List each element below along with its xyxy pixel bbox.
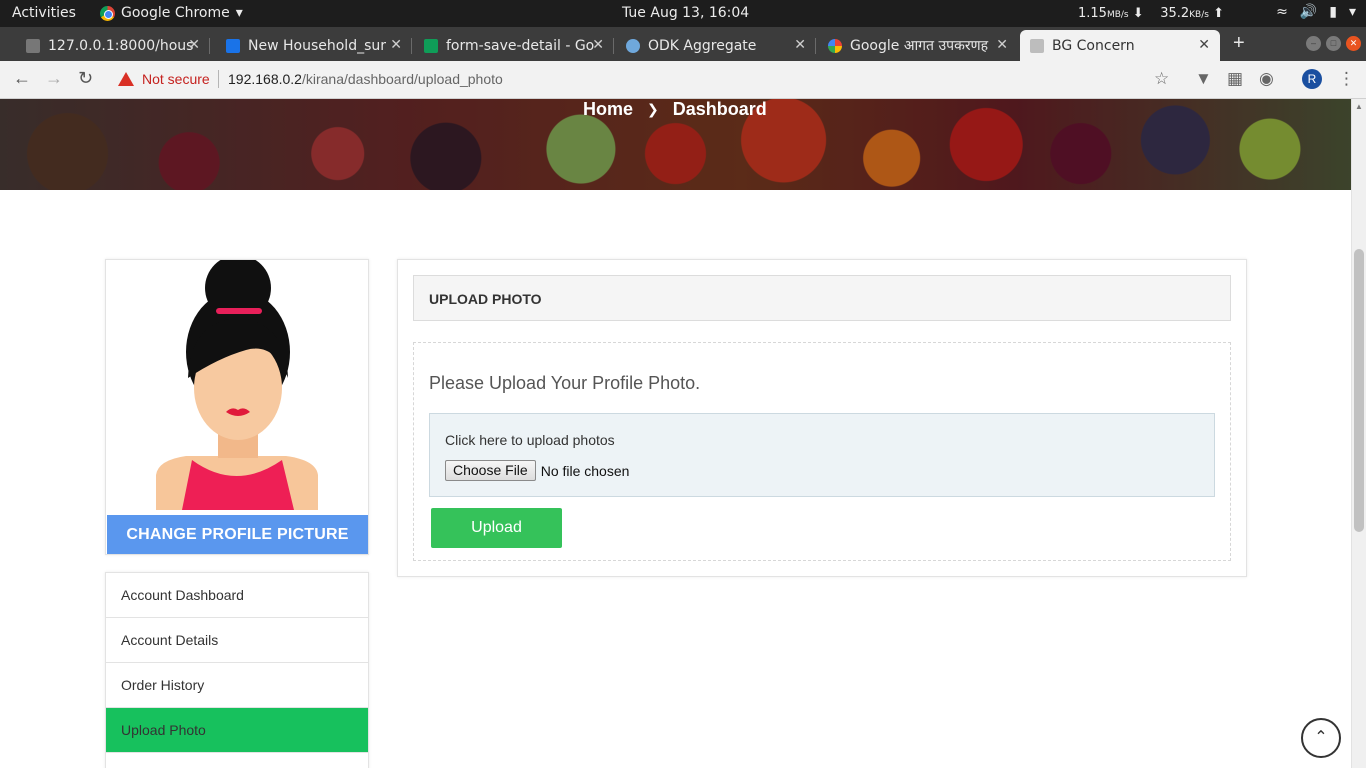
url-host: 192.168.0.2	[228, 71, 302, 87]
close-tab-icon[interactable]: ✕	[794, 37, 806, 53]
sidebar-item-more[interactable]	[106, 753, 368, 768]
scroll-up-icon[interactable]: ▲	[1355, 102, 1363, 111]
tab-strip: 127.0.0.1:8000/hous ✕ New Household_sur …	[0, 27, 1366, 61]
account-sidebar-menu: Account Dashboard Account Details Order …	[105, 572, 369, 768]
tab-title: BG Concern	[1052, 37, 1135, 54]
sidebar-item-upload-photo[interactable]: Upload Photo	[106, 708, 368, 753]
wifi-icon: ≈	[1276, 4, 1288, 20]
scrollbar-thumb[interactable]	[1354, 249, 1364, 532]
net-down-unit: MB/s	[1106, 10, 1129, 20]
tab-title: Google आगत उपकरणह	[850, 38, 989, 54]
chevron-down-icon: ▾	[235, 5, 243, 21]
google-icon	[828, 38, 842, 53]
upload-photo-panel: UPLOAD PHOTO Please Upload Your Profile …	[397, 259, 1247, 577]
file-status: No file chosen	[540, 462, 630, 479]
tab-bg-concern[interactable]: BG Concern ✕	[1020, 30, 1220, 61]
incognito-icon[interactable]: ◉	[1259, 69, 1274, 89]
close-tab-icon[interactable]: ✕	[188, 37, 200, 53]
page-favicon-icon	[26, 38, 40, 53]
tab-title: form-save-detail - Go	[446, 37, 595, 54]
volume-icon: 🔊	[1299, 4, 1318, 20]
tab-divider	[209, 38, 210, 54]
sidebar-item-account-dashboard[interactable]: Account Dashboard	[106, 573, 368, 618]
tab-title: 127.0.0.1:8000/hous	[48, 37, 194, 54]
security-indicator[interactable]: Not secure	[142, 71, 210, 87]
odk-icon	[626, 38, 640, 53]
battery-icon: ▮	[1329, 4, 1337, 20]
breadcrumb-home[interactable]: Home	[583, 99, 633, 120]
scroll-to-top-button[interactable]: ⌃	[1301, 718, 1341, 758]
chevron-right-icon: ❯	[647, 101, 659, 117]
network-speed: 1.15MB/s ⬇ 35.2KB/s ⬆	[1078, 6, 1224, 21]
upload-form: Please Upload Your Profile Photo. Click …	[413, 342, 1231, 561]
system-top-bar: Activities Google Chrome ▾ Tue Aug 13, 1…	[0, 0, 1366, 27]
vue-devtools-icon[interactable]: ▼	[1195, 69, 1212, 89]
chevron-up-icon: ⌃	[1314, 729, 1328, 746]
warning-icon	[118, 72, 134, 86]
activities-button[interactable]: Activities	[12, 5, 76, 21]
tab-new-household[interactable]: New Household_sur ✕	[216, 30, 412, 61]
close-tab-icon[interactable]: ✕	[390, 37, 402, 53]
tab-title: ODK Aggregate	[648, 37, 757, 54]
close-window-button[interactable]: ✕	[1346, 36, 1361, 51]
net-down-value: 1.15	[1078, 6, 1107, 21]
tab-divider	[815, 38, 816, 54]
breadcrumb-current: Dashboard	[672, 99, 767, 119]
extension-icon[interactable]: ▦	[1227, 69, 1243, 89]
avatar-illustration	[156, 255, 318, 510]
maximize-window-button[interactable]: □	[1326, 36, 1341, 51]
system-tray[interactable]: ≈ 🔊 ▮ ▾	[1276, 4, 1356, 20]
upload-dropzone[interactable]: Click here to upload photos Choose File …	[429, 413, 1215, 497]
tab-google-translate[interactable]: Google आगत उपकरणह ✕	[818, 30, 1018, 61]
upload-button[interactable]: Upload	[431, 508, 562, 548]
url-path: /kirana/dashboard/upload_photo	[301, 71, 503, 87]
back-arrow-icon[interactable]: ←	[13, 68, 31, 89]
net-up-value: 35.2	[1160, 6, 1190, 21]
sidebar-item-order-history[interactable]: Order History	[106, 663, 368, 708]
dropzone-label: Click here to upload photos	[445, 432, 615, 448]
more-menu-icon[interactable]: ⋮	[1338, 69, 1355, 89]
tab-form-save-detail[interactable]: form-save-detail - Go ✕	[414, 30, 614, 61]
forms-icon	[226, 38, 240, 53]
page-scrollbar[interactable]: ▲	[1351, 99, 1366, 768]
url-separator	[218, 70, 219, 88]
sidebar-item-account-details[interactable]: Account Details	[106, 618, 368, 663]
close-tab-icon[interactable]: ✕	[592, 37, 604, 53]
app-menu[interactable]: Google Chrome ▾	[100, 5, 243, 21]
close-tab-icon[interactable]: ✕	[1198, 37, 1210, 53]
profile-avatar[interactable]: R	[1302, 69, 1322, 89]
choose-file-button[interactable]: Choose File	[445, 460, 536, 481]
upload-instructions: Please Upload Your Profile Photo.	[429, 373, 701, 393]
tab-localhost[interactable]: 127.0.0.1:8000/hous ✕	[16, 30, 210, 61]
page-viewport: Home ❯ Dashboard CHANGE PROFILE PICTURE …	[0, 99, 1351, 768]
chrome-icon	[100, 5, 115, 21]
tab-odk-aggregate[interactable]: ODK Aggregate ✕	[616, 30, 816, 61]
upload-arrow-icon: ⬆	[1213, 6, 1225, 21]
net-up-unit: KB/s	[1189, 10, 1209, 20]
download-arrow-icon: ⬇	[1132, 6, 1144, 21]
change-profile-picture-button[interactable]: CHANGE PROFILE PICTURE	[107, 515, 368, 554]
file-input[interactable]: Choose File No file chosen	[445, 460, 629, 481]
minimize-window-button[interactable]: –	[1306, 36, 1321, 51]
sheets-icon	[424, 38, 438, 53]
new-tab-button[interactable]: +	[1233, 32, 1245, 55]
tab-title: New Household_sur	[248, 37, 386, 54]
tab-divider	[613, 38, 614, 54]
browser-toolbar: ← → ↻ Not secure 192.168.0.2/kirana/dash…	[0, 61, 1366, 99]
reload-icon[interactable]: ↻	[78, 68, 93, 89]
app-menu-label: Google Chrome	[121, 5, 230, 21]
breadcrumb: Home ❯ Dashboard	[583, 99, 767, 120]
chevron-down-icon: ▾	[1348, 4, 1356, 20]
profile-card: CHANGE PROFILE PICTURE	[105, 255, 369, 555]
panel-heading: UPLOAD PHOTO	[413, 275, 1231, 321]
tab-divider	[411, 38, 412, 54]
clock[interactable]: Tue Aug 13, 16:04	[622, 5, 749, 21]
address-bar-url[interactable]: 192.168.0.2/kirana/dashboard/upload_phot…	[228, 71, 503, 87]
close-tab-icon[interactable]: ✕	[996, 37, 1008, 53]
site-favicon-icon	[1030, 38, 1044, 53]
bookmark-star-icon[interactable]: ☆	[1154, 69, 1169, 89]
forward-arrow-icon[interactable]: →	[45, 68, 63, 89]
